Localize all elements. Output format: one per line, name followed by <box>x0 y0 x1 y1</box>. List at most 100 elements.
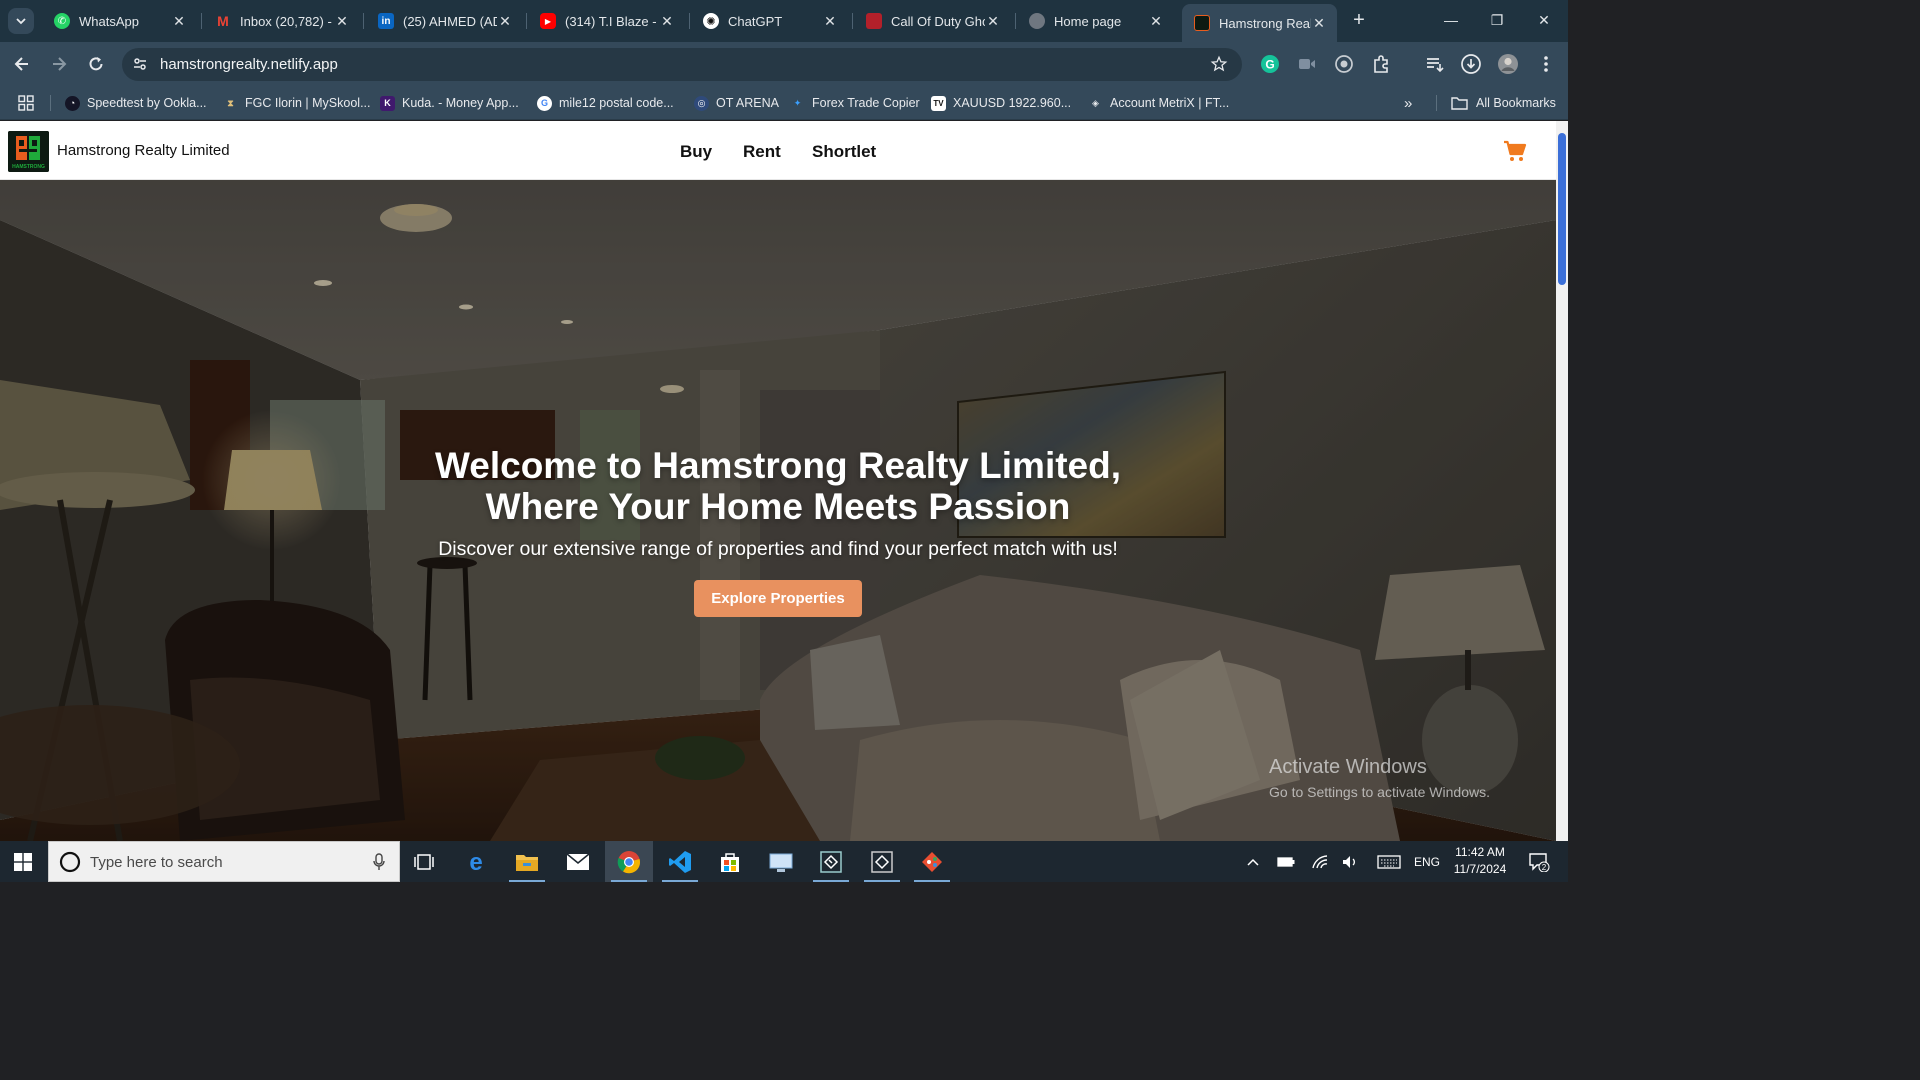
arrow-left-icon <box>14 57 28 71</box>
language-indicator[interactable]: ENG <box>1410 841 1444 882</box>
close-icon[interactable]: ✕ <box>171 13 187 30</box>
bookmark-metrix[interactable]: ◈ Account MetriX | FT... <box>1088 94 1229 112</box>
remote-desktop-icon[interactable] <box>757 841 805 882</box>
bookmark-google[interactable]: G mile12 postal code... <box>537 94 674 112</box>
restore-button[interactable]: ❐ <box>1485 8 1509 32</box>
bookmark-label: Account MetriX | FT... <box>1110 96 1230 110</box>
task-view-icon[interactable] <box>400 841 448 882</box>
page-scrollbar[interactable] <box>1556 121 1568 841</box>
close-icon[interactable]: ✕ <box>1311 15 1327 32</box>
media-control-icon[interactable] <box>1424 53 1446 75</box>
all-bookmarks-label: All Bookmarks <box>1476 96 1556 110</box>
microphone-icon[interactable] <box>373 853 385 871</box>
tab-gmail[interactable]: M Inbox (20,782) - ✕ <box>203 6 360 36</box>
close-icon[interactable]: ✕ <box>497 13 513 30</box>
system-clock[interactable]: 11:42 AM 11/7/2024 <box>1440 844 1520 878</box>
bookmark-otarena[interactable]: ◎ OT ARENA <box>694 94 779 112</box>
site-info-icon[interactable] <box>132 56 148 72</box>
git-gui-icon[interactable] <box>908 841 956 882</box>
record-icon[interactable] <box>1333 53 1355 75</box>
chrome-icon[interactable] <box>605 841 653 882</box>
hamstrong-logo[interactable]: HAMSTRONG <box>8 131 49 172</box>
tab-call-of-duty[interactable]: Call Of Duty Gho ✕ <box>854 6 1011 36</box>
google-icon: G <box>537 95 552 111</box>
close-icon[interactable]: ✕ <box>822 13 838 30</box>
tab-search-button[interactable] <box>8 8 34 34</box>
more-bookmarks-chevron-icon[interactable]: » <box>1404 94 1412 112</box>
grammarly-icon[interactable]: G <box>1259 53 1281 75</box>
extensions-icon[interactable] <box>1370 53 1392 75</box>
nav-rent[interactable]: Rent <box>743 142 781 162</box>
git-tool-icon[interactable] <box>807 841 855 882</box>
browser-toolbar: hamstrongrealty.netlify.app G <box>0 42 1568 86</box>
cart-icon[interactable] <box>1503 140 1527 167</box>
apps-grid-icon[interactable] <box>18 94 34 112</box>
forward-button[interactable] <box>47 52 71 76</box>
keyboard-icon[interactable] <box>1374 841 1404 882</box>
svg-text:HAMSTRONG: HAMSTRONG <box>12 164 45 170</box>
window-close-button[interactable]: ✕ <box>1532 8 1556 32</box>
bookmark-forex[interactable]: ✦ Forex Trade Copier <box>790 94 920 112</box>
all-bookmarks-button[interactable]: All Bookmarks <box>1451 94 1556 112</box>
back-button[interactable] <box>10 52 34 76</box>
tab-title: WhatsApp <box>79 13 139 29</box>
globe-icon <box>1029 13 1045 29</box>
new-tab-button[interactable]: + <box>1348 9 1370 31</box>
tab-chatgpt[interactable]: ✺ ChatGPT ✕ <box>691 6 848 36</box>
bookmark-kuda[interactable]: K Kuda. - Money App... <box>380 94 519 112</box>
reload-icon <box>89 57 103 71</box>
bookmark-xauusd[interactable]: TV XAUUSD 1922.960... <box>931 94 1071 112</box>
tab-strip: ✆ WhatsApp ✕ M Inbox (20,782) - ✕ in (25… <box>0 0 1568 42</box>
profile-avatar[interactable] <box>1497 53 1519 75</box>
close-icon[interactable]: ✕ <box>985 13 1001 30</box>
battery-icon[interactable] <box>1274 841 1298 882</box>
bookmark-label: FGC Ilorin | MySkool... <box>245 96 371 110</box>
tab-title: ChatGPT <box>728 13 783 29</box>
file-explorer-icon[interactable] <box>503 841 551 882</box>
mail-icon[interactable] <box>554 841 602 882</box>
menu-kebab-icon[interactable] <box>1535 53 1557 75</box>
address-bar[interactable]: hamstrongrealty.netlify.app <box>122 48 1242 81</box>
explore-properties-button[interactable]: Explore Properties <box>694 580 862 617</box>
show-hidden-icons-chevron-icon[interactable] <box>1242 841 1264 882</box>
bookmark-myskool[interactable]: ⧗ FGC Ilorin | MySkool... <box>223 94 371 112</box>
tab-linkedin[interactable]: in (25) AHMED (AD ✕ <box>366 6 523 36</box>
close-icon[interactable]: ✕ <box>334 13 350 30</box>
speaker-icon[interactable] <box>1339 841 1363 882</box>
tab-whatsapp[interactable]: ✆ WhatsApp ✕ <box>42 6 197 36</box>
gmail-icon: M <box>217 13 229 29</box>
git-bash-icon[interactable] <box>858 841 906 882</box>
tab-home-page[interactable]: Home page ✕ <box>1017 6 1174 36</box>
tab-youtube[interactable]: ▶ (314) T.I Blaze - S ✕ <box>528 6 685 36</box>
vscode-icon[interactable] <box>656 841 704 882</box>
hamstrong-favicon <box>1194 15 1210 31</box>
reload-button[interactable] <box>84 52 108 76</box>
microsoft-store-icon[interactable] <box>706 841 754 882</box>
nav-buy[interactable]: Buy <box>680 142 712 162</box>
web-page: HAMSTRONG Hamstrong Realty Limited Buy R… <box>0 121 1568 841</box>
notification-center-icon[interactable]: 2 <box>1522 841 1556 882</box>
minimize-button[interactable]: — <box>1439 8 1463 32</box>
site-header: HAMSTRONG Hamstrong Realty Limited Buy R… <box>0 121 1556 180</box>
nav-shortlet[interactable]: Shortlet <box>812 142 876 162</box>
scrollbar-thumb[interactable] <box>1558 133 1566 285</box>
bookmark-speedtest[interactable]: ◔ Speedtest by Ookla... <box>65 94 207 112</box>
bookmark-label: Speedtest by Ookla... <box>87 96 207 110</box>
tab-hamstrong-active[interactable]: Hamstrong Realt ✕ <box>1182 4 1337 42</box>
wifi-icon[interactable] <box>1308 841 1332 882</box>
windows-start-icon[interactable] <box>14 853 32 876</box>
svg-text:e: e <box>469 850 482 874</box>
download-icon[interactable] <box>1460 53 1482 75</box>
star-icon[interactable] <box>1210 55 1228 73</box>
taskbar-search-box[interactable]: Type here to search <box>48 841 400 882</box>
hero-subtitle: Discover our extensive range of properti… <box>438 538 1118 560</box>
brand-name[interactable]: Hamstrong Realty Limited <box>57 142 230 159</box>
tab-title: Hamstrong Realt <box>1219 15 1311 31</box>
edge-icon[interactable]: e <box>452 841 500 882</box>
close-icon[interactable]: ✕ <box>659 13 675 30</box>
close-icon[interactable]: ✕ <box>1148 13 1164 30</box>
video-camera-icon[interactable] <box>1296 53 1318 75</box>
svg-text:2: 2 <box>1542 863 1547 872</box>
hero-title-line-1: Welcome to Hamstrong Realty Limited, <box>435 445 1121 486</box>
cod-icon <box>866 13 882 29</box>
